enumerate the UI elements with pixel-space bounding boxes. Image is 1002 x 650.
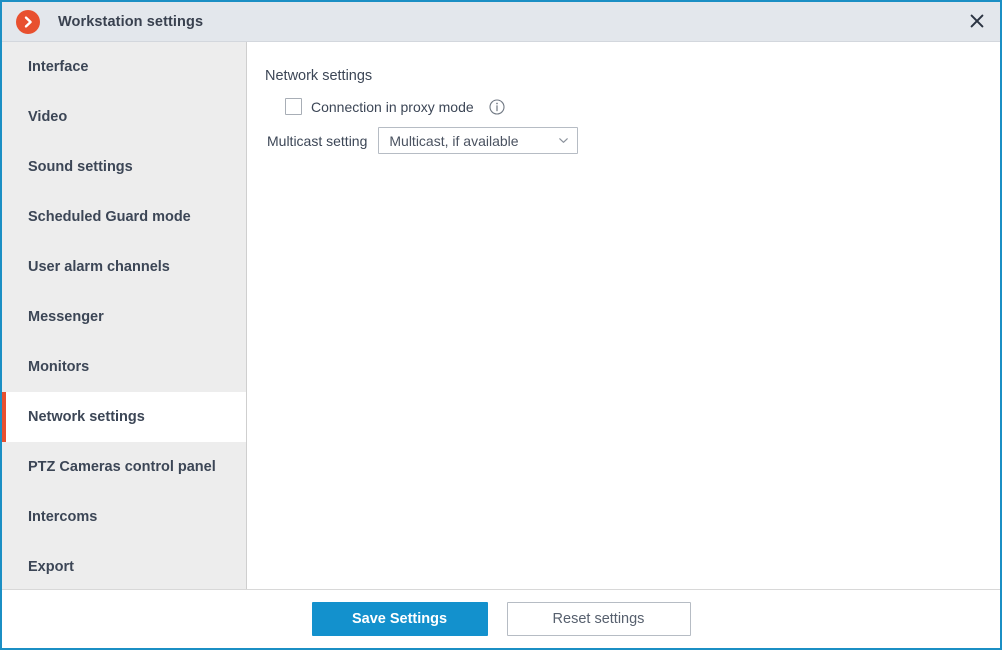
- window-title: Workstation settings: [58, 13, 204, 30]
- sidebar-item-label: Interface: [28, 59, 89, 75]
- chevron-down-icon: [557, 135, 569, 147]
- proxy-mode-checkbox[interactable]: [285, 98, 302, 115]
- proxy-mode-row: Connection in proxy mode: [285, 98, 1000, 115]
- multicast-setting-select[interactable]: Multicast, if available: [378, 127, 579, 154]
- sidebar-item-monitors[interactable]: Monitors: [2, 342, 246, 392]
- sidebar-item-ptz-cameras-control-panel[interactable]: PTZ Cameras control panel: [2, 442, 246, 492]
- multicast-setting-value: Multicast, if available: [389, 132, 519, 149]
- sidebar-item-interface[interactable]: Interface: [2, 42, 246, 92]
- sidebar-item-network-settings[interactable]: Network settings: [2, 392, 246, 442]
- sidebar-item-sound-settings[interactable]: Sound settings: [2, 142, 246, 192]
- multicast-setting-row: Multicast setting Multicast, if availabl…: [267, 127, 1000, 154]
- sidebar-item-label: Messenger: [28, 309, 104, 325]
- window-body: Interface Video Sound settings Scheduled…: [2, 42, 1000, 589]
- sidebar-item-label: Intercoms: [28, 509, 98, 525]
- titlebar: Workstation settings: [2, 2, 1000, 42]
- sidebar-item-label: Video: [28, 109, 68, 125]
- sidebar-item-messenger[interactable]: Messenger: [2, 292, 246, 342]
- proxy-mode-label: Connection in proxy mode: [311, 98, 474, 115]
- save-settings-button[interactable]: Save Settings: [311, 602, 488, 636]
- sidebar-item-label: User alarm channels: [28, 259, 170, 275]
- sidebar-item-label: Monitors: [28, 359, 90, 375]
- sidebar-item-label: PTZ Cameras control panel: [28, 459, 216, 475]
- sidebar-item-intercoms[interactable]: Intercoms: [2, 492, 246, 542]
- workstation-settings-window: Workstation settings Interface Video Sou…: [0, 0, 1002, 650]
- sidebar-item-scheduled-guard-mode[interactable]: Scheduled Guard mode: [2, 192, 246, 242]
- reset-settings-button[interactable]: Reset settings: [506, 602, 691, 636]
- multicast-setting-label: Multicast setting: [267, 132, 368, 149]
- sidebar-item-label: Sound settings: [28, 159, 133, 175]
- info-circle-icon[interactable]: [489, 98, 505, 115]
- page-title: Network settings: [265, 68, 373, 84]
- close-icon: [970, 14, 984, 28]
- sidebar-item-label: Scheduled Guard mode: [28, 209, 191, 225]
- sidebar-item-user-alarm-channels[interactable]: User alarm channels: [2, 242, 246, 292]
- sidebar-item-export[interactable]: Export: [2, 542, 246, 589]
- dialog-footer: Save Settings Reset settings: [2, 589, 1000, 648]
- sidebar-item-label: Network settings: [28, 409, 145, 425]
- close-button[interactable]: [954, 2, 1000, 40]
- sidebar-item-label: Export: [28, 559, 74, 575]
- settings-content-pane: Network settings Connection in proxy mod…: [247, 42, 1000, 589]
- chevron-right-circle-icon: [16, 9, 40, 34]
- settings-sidebar: Interface Video Sound settings Scheduled…: [2, 42, 247, 589]
- sidebar-item-video[interactable]: Video: [2, 92, 246, 142]
